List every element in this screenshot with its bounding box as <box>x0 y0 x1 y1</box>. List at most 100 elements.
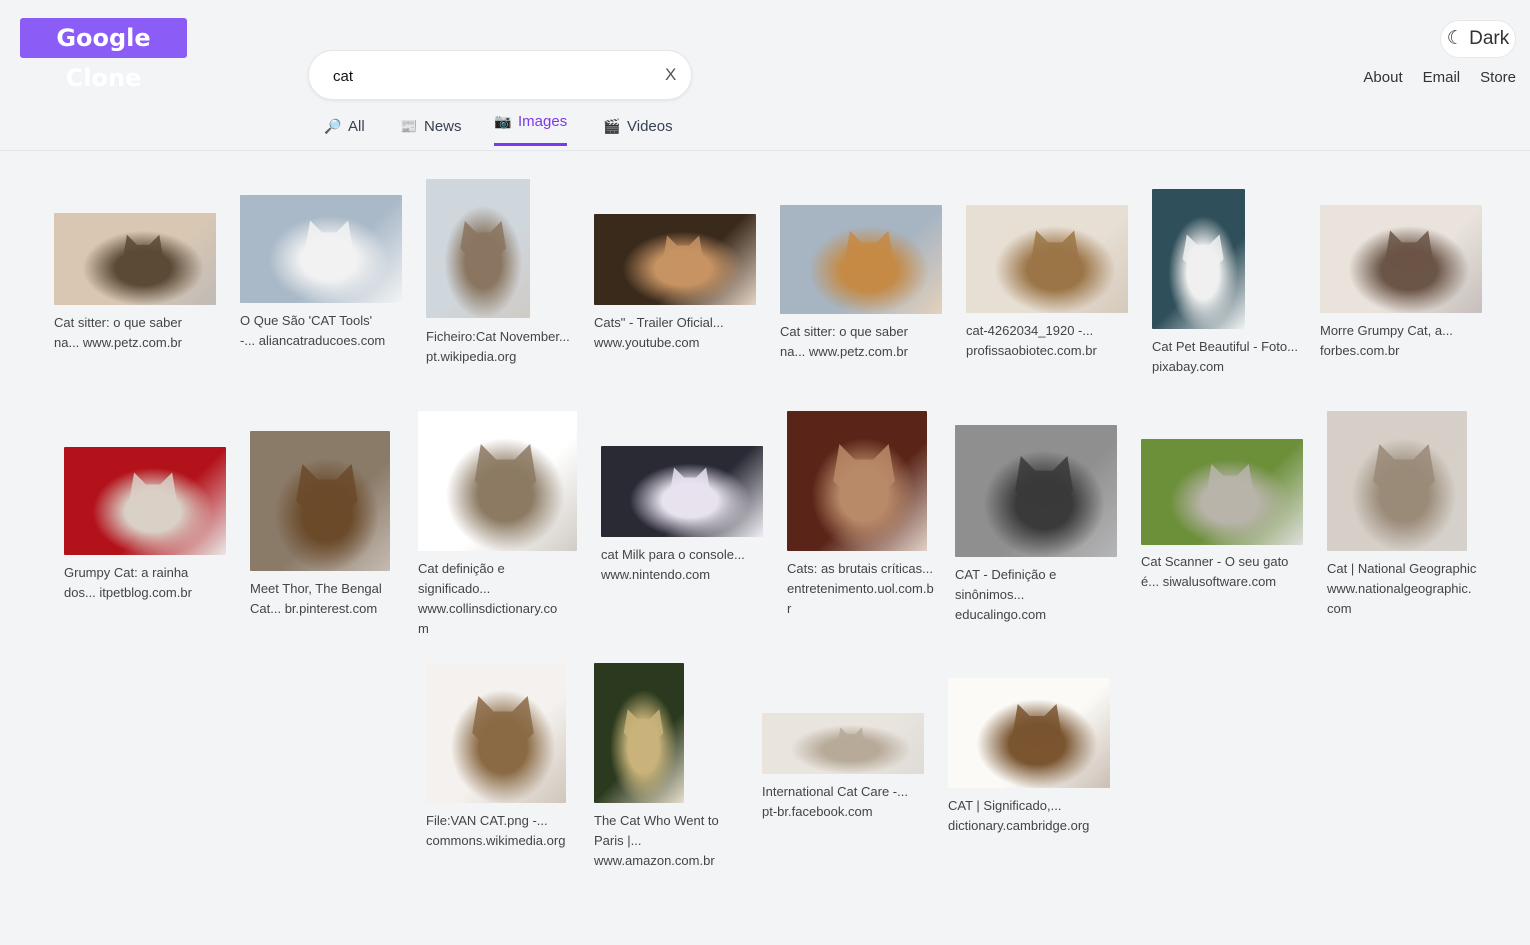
tab-label: News <box>424 118 462 135</box>
result-title: Cats: as brutais críticas... <box>787 561 933 576</box>
result-thumbnail[interactable] <box>787 411 927 551</box>
result-site: aliancatraducoes.com <box>258 333 386 348</box>
result-thumbnail[interactable] <box>1141 439 1303 545</box>
result-thumbnail[interactable] <box>64 447 226 555</box>
result-site: dictionary.cambridge.org <box>948 818 1090 833</box>
result-caption[interactable]: Cats" - Trailer Oficial... www.youtube.c… <box>594 313 744 353</box>
result-site: pt.wikipedia.org <box>426 349 517 364</box>
result-caption[interactable]: Cat Scanner - O seu gato é... siwalusoft… <box>1141 552 1291 592</box>
result-thumbnail[interactable] <box>250 431 390 571</box>
result-thumbnail[interactable] <box>426 663 566 803</box>
tab-label: Videos <box>627 118 673 135</box>
result-caption[interactable]: Morre Grumpy Cat, a... forbes.com.br <box>1320 321 1470 361</box>
tab-videos[interactable]: 🎬 Videos <box>603 118 673 151</box>
store-link[interactable]: Store <box>1480 69 1516 86</box>
result-site: www.petz.com.br <box>82 335 182 350</box>
tab-news[interactable]: 📰 News <box>400 118 462 151</box>
cat-image-icon <box>305 220 353 263</box>
tab-label: Images <box>518 113 568 130</box>
search-input[interactable] <box>333 64 653 88</box>
result-title: Ficheiro:Cat November... <box>426 329 570 344</box>
result-thumbnail[interactable] <box>594 214 756 305</box>
result-thumbnail[interactable] <box>966 205 1128 313</box>
result-caption[interactable]: CAT | Significado,... dictionary.cambrid… <box>948 796 1098 836</box>
result-site: commons.wikimedia.org <box>426 833 566 848</box>
result-site: br.pinterest.com <box>284 601 378 616</box>
cat-image-icon <box>1206 464 1254 505</box>
about-link[interactable]: About <box>1363 69 1402 86</box>
result-title: Cat | National Geographic <box>1327 561 1477 576</box>
result-thumbnail[interactable] <box>418 411 577 551</box>
result-thumbnail[interactable] <box>601 446 763 537</box>
cat-image-icon <box>1012 703 1062 747</box>
result-caption[interactable]: cat-4262034_1920 -... profissaobiotec.co… <box>966 321 1116 361</box>
clapperboard-icon: 🎬 <box>603 118 621 134</box>
cat-image-icon <box>845 230 894 273</box>
header: Google Clone X ☾ Dark About Email Store … <box>0 0 1530 151</box>
result-thumbnail[interactable] <box>1320 205 1482 313</box>
result-caption[interactable]: Cats: as brutais críticas... entretenime… <box>787 559 937 619</box>
cat-image-icon <box>296 464 358 518</box>
result-title: The Cat Who Went to Paris |... <box>594 813 719 848</box>
result-caption[interactable]: File:VAN CAT.png -... commons.wikimedia.… <box>426 811 576 851</box>
result-caption[interactable]: CAT - Definição e sinônimos... educaling… <box>955 565 1105 625</box>
result-thumbnail[interactable] <box>594 663 684 803</box>
result-site: siwalusoftware.com <box>1162 574 1277 589</box>
cat-image-icon <box>474 444 537 498</box>
result-thumbnail[interactable] <box>955 425 1117 557</box>
result-caption[interactable]: Cat Pet Beautiful - Foto... pixabay.com <box>1152 337 1302 377</box>
cat-image-icon <box>1373 444 1435 498</box>
result-caption[interactable]: Ficheiro:Cat November... pt.wikipedia.or… <box>426 327 576 367</box>
result-thumbnail[interactable] <box>426 179 530 318</box>
search-bar: X <box>308 50 692 100</box>
result-site: pixabay.com <box>1152 359 1225 374</box>
cat-image-icon <box>1385 230 1433 273</box>
result-site: www.nationalgeographic.com <box>1327 581 1472 616</box>
result-title: File:VAN CAT.png -... <box>426 813 548 828</box>
cat-image-icon <box>129 472 177 515</box>
result-site: www.collinsdictionary.com <box>418 601 558 636</box>
result-thumbnail[interactable] <box>948 678 1110 788</box>
search-icon: 🔎 <box>324 118 342 134</box>
result-title: Cats" - Trailer Oficial... <box>594 315 724 330</box>
result-caption[interactable]: Cat definição e significado... www.colli… <box>418 559 568 639</box>
result-caption[interactable]: Grumpy Cat: a rainha dos... itpetblog.co… <box>64 563 214 603</box>
result-thumbnail[interactable] <box>1152 189 1245 329</box>
cat-image-icon <box>122 234 164 271</box>
email-link[interactable]: Email <box>1423 69 1461 86</box>
result-title: CAT - Definição e sinônimos... <box>955 567 1057 602</box>
cat-image-icon <box>833 444 895 498</box>
cat-image-icon <box>837 727 865 751</box>
result-caption[interactable]: The Cat Who Went to Paris |... www.amazo… <box>594 811 744 871</box>
result-title: Cat definição e significado... <box>418 561 505 596</box>
camera-icon: 📷 <box>494 113 512 129</box>
tab-images[interactable]: 📷 Images <box>494 113 568 146</box>
result-thumbnail[interactable] <box>240 195 402 303</box>
result-site: www.youtube.com <box>594 335 700 350</box>
cat-image-icon <box>623 709 664 744</box>
result-title: cat Milk para o console... <box>601 547 745 562</box>
cat-image-icon <box>460 221 507 262</box>
result-title: cat-4262034_1920 -... <box>966 323 1094 338</box>
result-caption[interactable]: cat Milk para o console... www.nintendo.… <box>601 545 751 585</box>
result-thumbnail[interactable] <box>762 713 924 774</box>
result-caption[interactable]: Cat | National Geographic www.nationalge… <box>1327 559 1477 619</box>
result-caption[interactable]: O Que São 'CAT Tools' -... aliancatraduc… <box>240 311 390 351</box>
result-thumbnail[interactable] <box>54 213 216 305</box>
result-thumbnail[interactable] <box>1327 411 1467 551</box>
tab-all[interactable]: 🔎 All <box>324 118 364 151</box>
result-caption[interactable]: Cat sitter: o que saber na... www.petz.c… <box>54 313 204 353</box>
result-site: pt-br.facebook.com <box>762 804 873 819</box>
cat-image-icon <box>1031 230 1079 273</box>
dark-mode-toggle[interactable]: ☾ Dark <box>1440 20 1516 58</box>
result-caption[interactable]: International Cat Care -... pt-br.facebo… <box>762 782 912 822</box>
result-site: www.amazon.com.br <box>594 853 715 868</box>
result-title: CAT | Significado,... <box>948 798 1062 813</box>
clear-search-button[interactable]: X <box>665 65 676 85</box>
app-logo[interactable]: Google Clone <box>20 18 187 92</box>
result-thumbnail[interactable] <box>780 205 942 314</box>
cat-image-icon <box>1182 234 1224 271</box>
result-caption[interactable]: Meet Thor, The Bengal Cat... br.pinteres… <box>250 579 400 619</box>
result-caption[interactable]: Cat sitter: o que saber na... www.petz.c… <box>780 322 930 362</box>
newspaper-icon: 📰 <box>400 118 418 134</box>
